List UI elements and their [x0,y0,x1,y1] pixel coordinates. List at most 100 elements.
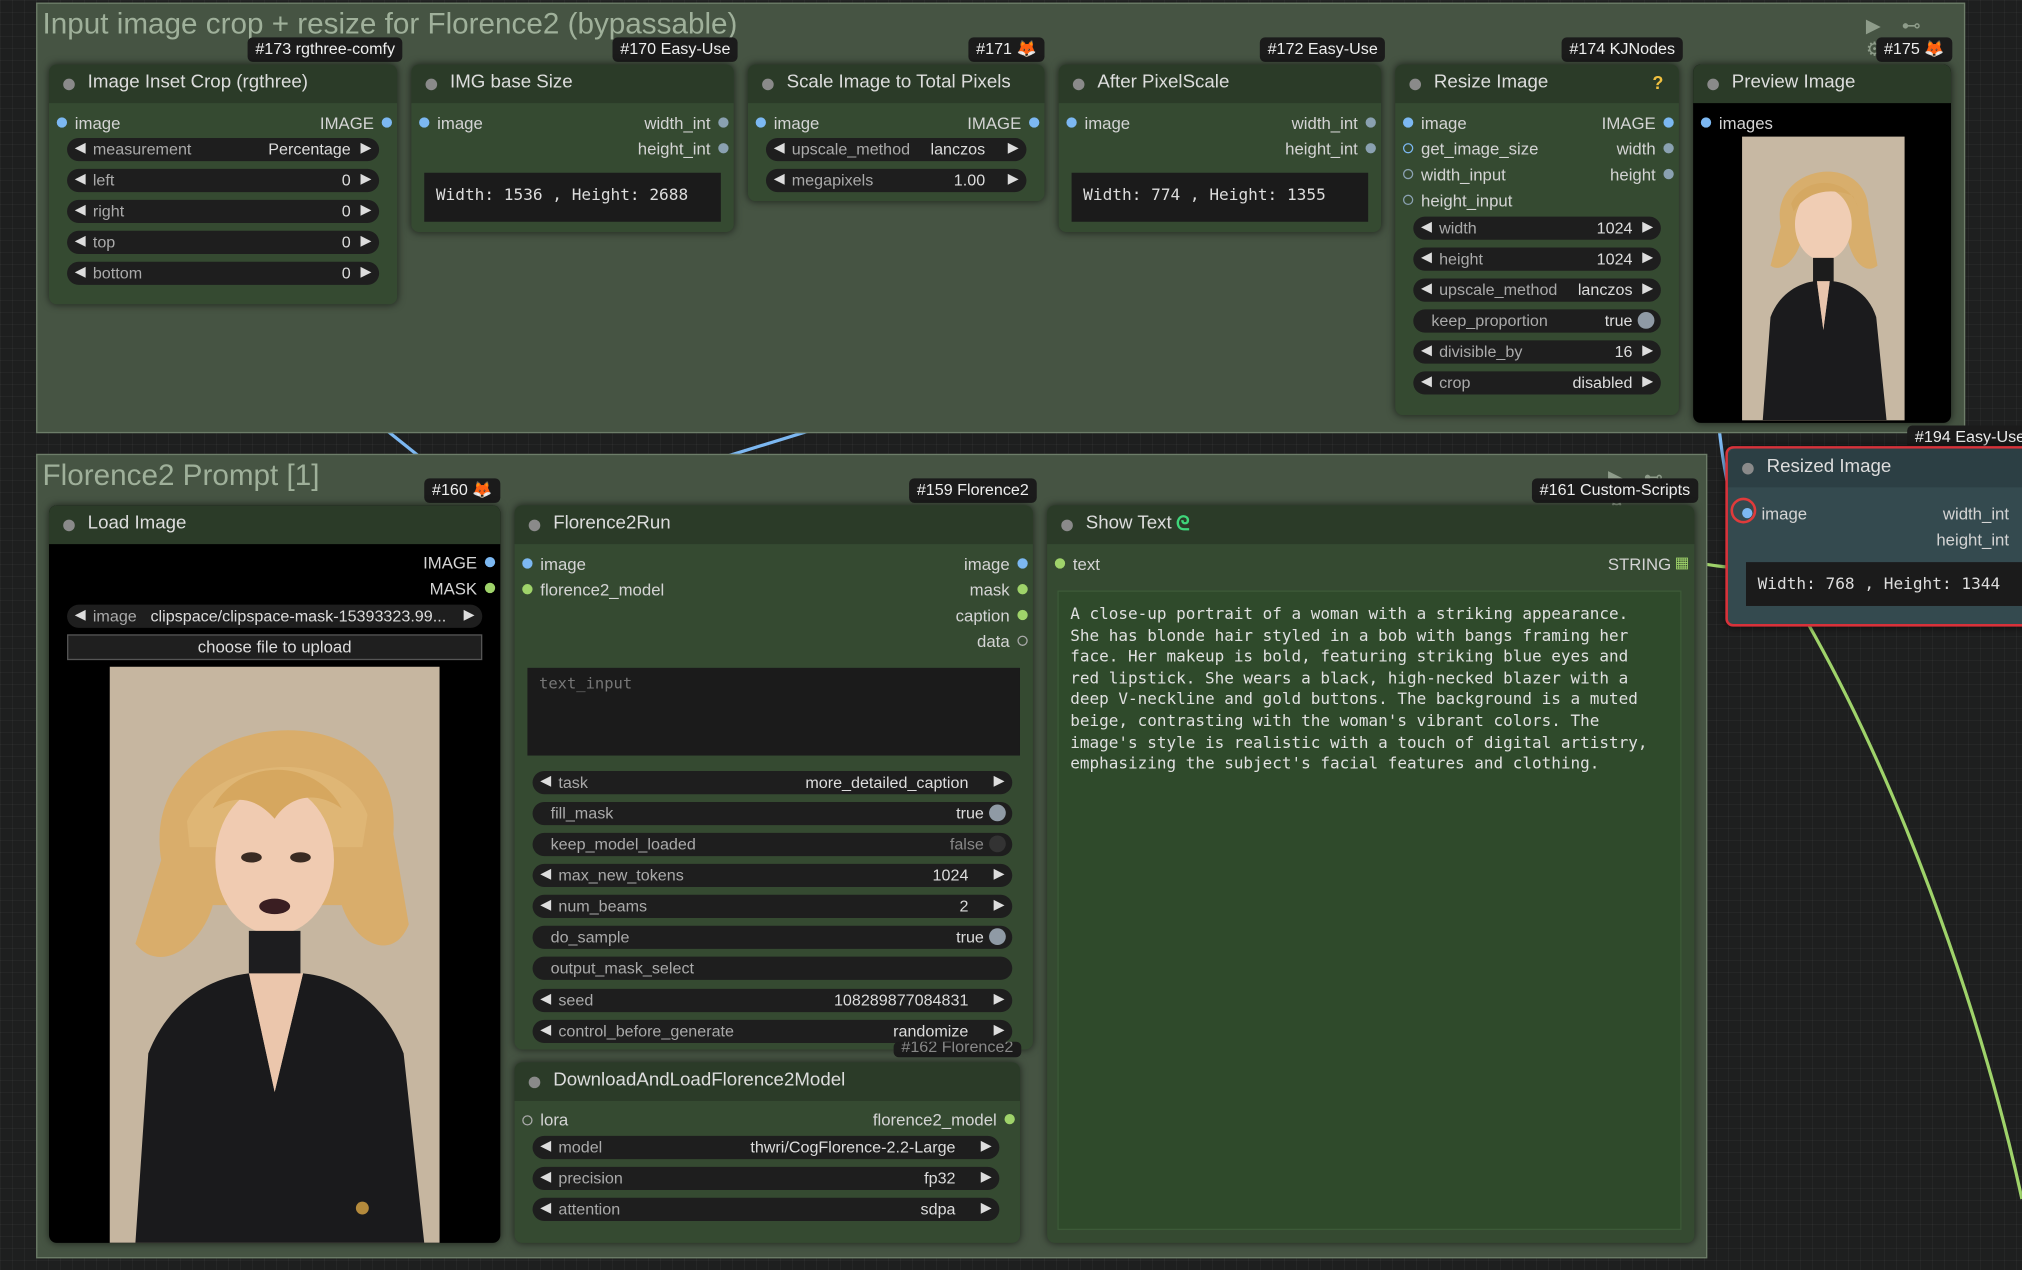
node-resize-image[interactable]: Resize Image ? image get_image_size widt… [1395,64,1679,416]
collapse-dot[interactable] [425,78,438,91]
output-image-label: IMAGE [423,553,478,573]
node-title: DownloadAndLoadFlorence2Model [553,1070,846,1091]
input-slot-dot[interactable] [419,117,430,128]
output-slot-dot[interactable] [1017,609,1028,621]
node-show-text[interactable]: Show Text ᘓ text STRING ▦ A close-up por… [1047,505,1695,1243]
collapse-dot[interactable] [1742,462,1754,475]
collapse-dot[interactable] [1072,78,1085,91]
widget-width[interactable]: ◀ width 1024 ▶ [1413,216,1661,240]
output-slot-dot[interactable] [718,117,729,128]
text-input-area[interactable]: text_input [527,667,1020,756]
toggle-knob [989,835,1006,853]
node-badge: #172 Easy-Use [1259,37,1386,62]
output-slot-dot[interactable] [484,582,496,594]
input-image-label: image [437,113,483,133]
input-text-label: text [1072,554,1100,574]
output-width-label: width_int [644,113,711,133]
output-slot-dot[interactable] [1365,117,1376,128]
widget-precision[interactable]: ◀ precision fp32 ▶ [532,1166,1000,1191]
collapse-dot[interactable] [762,78,774,91]
input-slot-dot[interactable] [1402,194,1414,205]
toggle-knob [989,928,1006,946]
toggle-fill-mask[interactable]: fill_mask true [532,801,1013,826]
collapse-dot[interactable] [528,519,541,532]
widget-top[interactable]: ◀ top 0 ▶ [67,230,380,254]
node-preview-image[interactable]: Preview Image images [1693,64,1952,423]
widget-megapixels[interactable]: ◀ megapixels 1.00 ▶ [765,168,1027,193]
widget-right[interactable]: ◀ right 0 ▶ [67,199,380,224]
input-slot-dot[interactable] [522,558,533,569]
output-slot-dot[interactable] [1017,558,1028,569]
input-slot-dot[interactable] [1402,168,1414,180]
collapse-dot[interactable] [63,519,75,532]
output-slot-dot[interactable] [1017,635,1028,646]
collapse-dot[interactable] [528,1076,541,1089]
input-slot-dot[interactable] [755,117,766,128]
output-slot-dot[interactable] [381,117,393,128]
output-string-label: STRING [1607,554,1672,574]
node-resized-image[interactable]: Resized Image image width_int height_int… [1725,446,2022,627]
input-slot-dot[interactable] [522,1115,533,1126]
widget-measurement[interactable]: ◀ measurement Percentage ▶ [67,137,380,162]
input-model-label: florence2_model [540,580,665,600]
widget-seed[interactable]: ◀ seed 108289877084831 ▶ [532,988,1013,1013]
output-slot-dot[interactable] [1029,117,1040,128]
widget-left[interactable]: ◀ left 0 ▶ [67,168,380,193]
widget-height[interactable]: ◀ height 1024 ▶ [1413,247,1661,271]
output-slot-dot[interactable] [1663,168,1674,180]
node-image-inset-crop[interactable]: Image Inset Crop (rgthree) image IMAGE ◀… [49,64,398,305]
input-slot-dot[interactable] [56,117,68,128]
node-load-image[interactable]: Load Image IMAGE MASK ◀ image clipspace/cl… [49,505,501,1243]
widget-attention[interactable]: ◀ attention sdpa ▶ [532,1197,1000,1221]
output-grid-icon[interactable]: ▦ [1675,553,1690,571]
output-slot-dot[interactable] [1365,143,1376,154]
input-slot-dot[interactable] [522,584,533,595]
collapse-dot[interactable] [63,78,75,91]
node-img-base-size[interactable]: IMG base Size image width_int height_int… [411,64,734,233]
widget-task[interactable]: ◀ task more_detailed_caption ▶ [532,771,1013,795]
widget-max-new-tokens[interactable]: ◀ max_new_tokens 1024 ▶ [532,863,1013,888]
input-height-label: height_input [1421,190,1513,211]
widget-divisible-by[interactable]: ◀ divisible_by 16 ▶ [1413,340,1661,364]
upload-button[interactable]: choose file to upload [67,634,483,661]
node-scale-total-pixels[interactable]: Scale Image to Total Pixels image IMAGE … [747,64,1045,202]
widget-num-beams[interactable]: ◀ num_beams 2 ▶ [532,894,1013,918]
caption-output-text[interactable]: A close-up portrait of a woman with a st… [1057,590,1682,1230]
toggle-keep-proportion[interactable]: keep_proportion true [1413,309,1661,333]
collapse-dot[interactable] [1707,78,1719,91]
help-icon[interactable]: ? [1652,72,1663,93]
input-slot-dot[interactable] [1402,117,1414,128]
input-slot-dot[interactable] [1066,117,1077,128]
widget-upscale-method[interactable]: ◀ upscale_method lanczos ▶ [765,137,1027,162]
output-slot-dot[interactable] [484,556,496,568]
collapse-dot[interactable] [1409,78,1422,91]
input-slot-dot[interactable] [1402,143,1414,154]
output-width-label: width [1616,139,1656,159]
toggle-keep-model-loaded[interactable]: keep_model_loaded false [532,832,1013,857]
input-image-label: image [74,113,121,133]
widget-bottom[interactable]: ◀ bottom 0 ▶ [67,261,380,285]
node-after-pixelscale[interactable]: After PixelScale image width_int height_… [1058,64,1382,233]
widget-image-file[interactable]: ◀ image clipspace/clipspace-mask-15393323.… [67,604,483,628]
toggle-do-sample[interactable]: do_sample true [532,925,1013,949]
input-slot-dot[interactable] [1054,558,1066,569]
output-slot-dot[interactable] [1004,1113,1015,1125]
node-download-florence2-model[interactable]: DownloadAndLoadFlorence2Model lora flore… [514,1062,1020,1243]
output-slot-dot[interactable] [1663,117,1674,128]
widget-control-before-generate[interactable]: ◀ control_before_generate randomize ▶ [532,1019,1013,1044]
output-slot-dot[interactable] [1017,584,1028,595]
output-slot-dot[interactable] [1663,143,1674,154]
widget-model[interactable]: ◀ model thwri/CogFlorence-2.2-Large ▶ [532,1135,1000,1160]
widget-output-mask-select[interactable]: output_mask_select [532,956,1013,980]
output-slot-dot[interactable] [718,143,729,154]
widget-crop[interactable]: ◀ crop disabled ▶ [1413,371,1661,395]
node-florence2-run[interactable]: Florence2Run image florence2_model image… [514,505,1033,1050]
widget-upscale-method[interactable]: ◀ upscale_method lanczos ▶ [1413,278,1661,302]
collapse-dot[interactable] [1061,519,1073,532]
portrait-image [109,666,440,1243]
node-title: Florence2Run [553,513,671,534]
input-slot-dot[interactable] [1700,117,1712,128]
output-mask-label: mask [969,580,1010,600]
input-slot-dot[interactable] [1742,507,1753,519]
node-badge: #162 Florence2 [893,1041,1022,1058]
